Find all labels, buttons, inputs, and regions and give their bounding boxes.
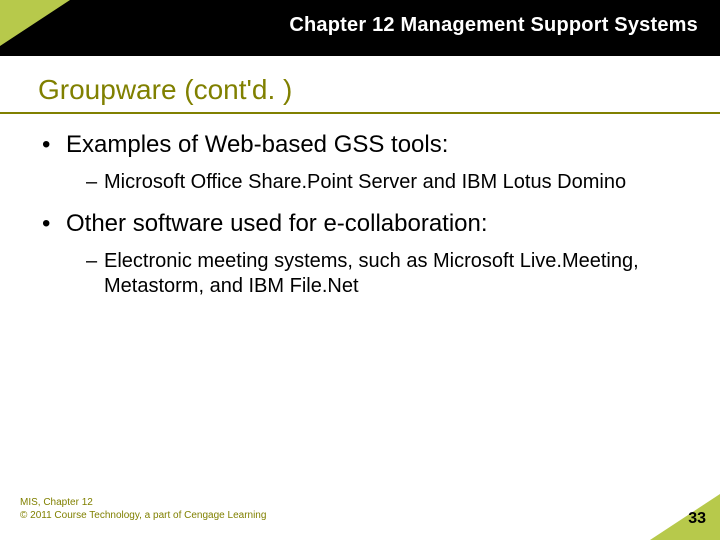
slide: Chapter 12 Management Support Systems Gr… — [0, 0, 720, 540]
bullet-text: Examples of Web-based GSS tools: — [66, 131, 448, 158]
footer-line1: MIS, Chapter 12 — [20, 496, 266, 509]
bullet-text: Microsoft Office Share.Point Server and … — [104, 171, 626, 193]
footer-left: MIS, Chapter 12 © 2011 Course Technology… — [20, 496, 266, 522]
title-underline — [0, 112, 720, 114]
corner-accent-top-left — [0, 0, 70, 46]
bullet-level1: Examples of Web-based GSS tools: — [38, 130, 682, 160]
corner-accent-bottom-right — [650, 494, 720, 540]
bullet-text: Other software used for e-collaboration: — [66, 210, 488, 237]
content-area: Examples of Web-based GSS tools: Microso… — [38, 130, 682, 313]
chapter-title: Chapter 12 Management Support Systems — [289, 14, 698, 37]
page-number: 33 — [688, 510, 706, 528]
bullet-level2: Microsoft Office Share.Point Server and … — [38, 170, 682, 195]
slide-title: Groupware (cont'd. ) — [38, 74, 292, 112]
bullet-level1: Other software used for e-collaboration: — [38, 209, 682, 239]
bullet-level2: Electronic meeting systems, such as Micr… — [38, 249, 682, 299]
header-bar: Chapter 12 Management Support Systems — [0, 0, 720, 56]
footer-line2: © 2011 Course Technology, a part of Ceng… — [20, 509, 266, 522]
bullet-text: Electronic meeting systems, such as Micr… — [104, 250, 639, 297]
